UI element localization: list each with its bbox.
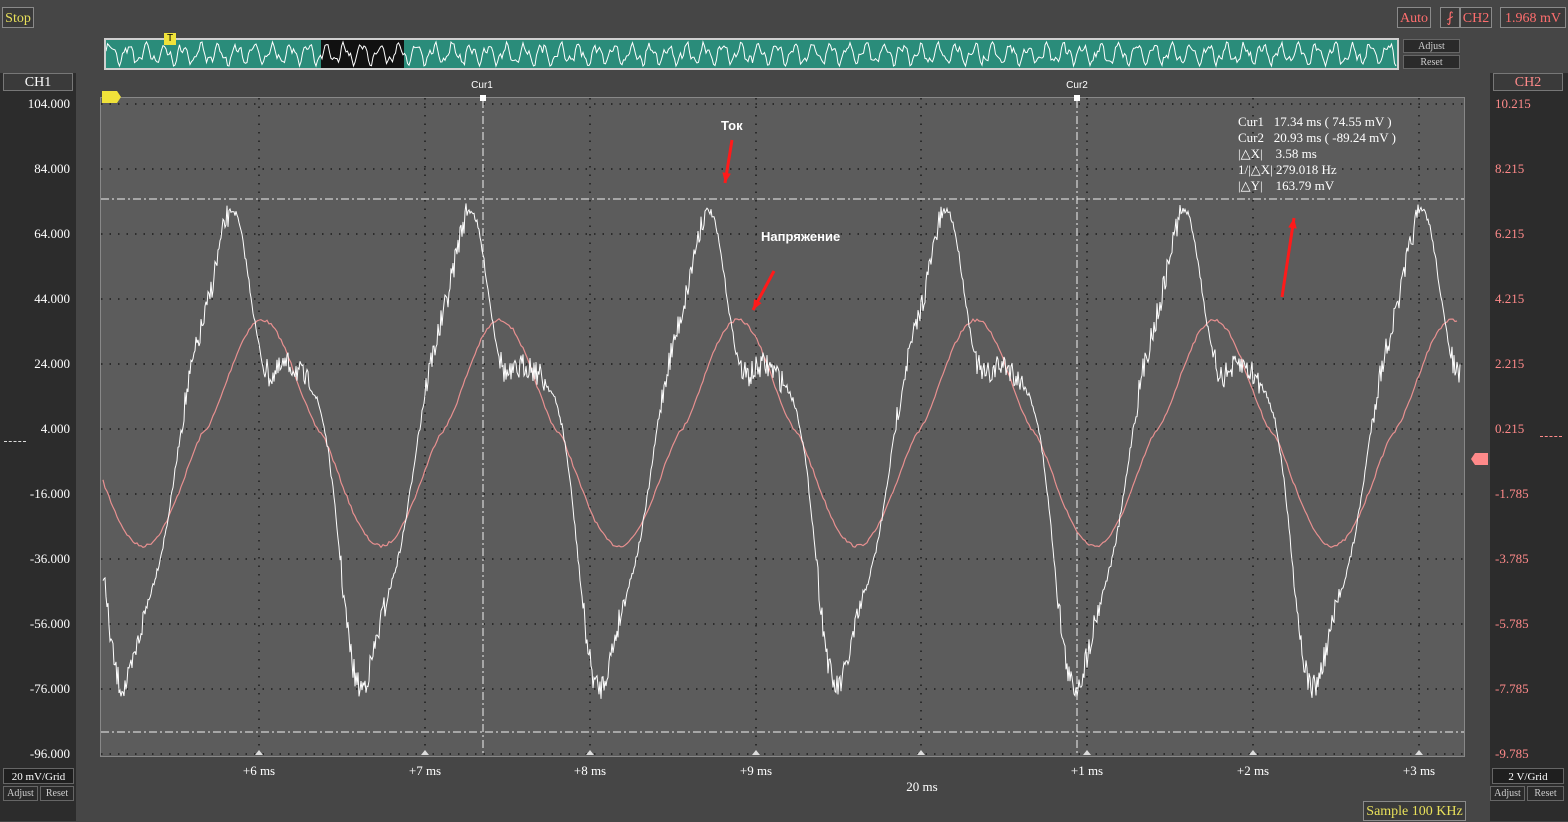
- annotation-current: Ток: [721, 118, 743, 133]
- cursor2-label[interactable]: Cur2: [1062, 80, 1092, 91]
- ch1-level-marker[interactable]: [102, 91, 121, 103]
- time-tick-mark: [1083, 750, 1091, 755]
- time-tick-mark: [421, 750, 429, 755]
- ch2-voltage-trace: [102, 317, 1458, 549]
- time-tick-label: +9 ms: [739, 763, 773, 778]
- readout-cur1: Cur1 17.34 ms ( 74.55 mV ): [1238, 114, 1392, 129]
- time-tick-mark: [752, 750, 760, 755]
- readout-frequency: 1/|△X| 279.018 Hz: [1238, 162, 1337, 177]
- time-tick-label: +6 ms: [242, 763, 276, 778]
- cursor1-label[interactable]: Cur1: [467, 80, 497, 91]
- time-tick-mark: [255, 750, 263, 755]
- time-tick-mark: [917, 750, 925, 755]
- cursor-readout: Cur1 17.34 ms ( 74.55 mV ) Cur2 20.93 ms…: [1238, 114, 1396, 194]
- time-tick-label: +7 ms: [408, 763, 442, 778]
- time-tick-label: +3 ms: [1402, 763, 1436, 778]
- time-tick-label: +8 ms: [573, 763, 607, 778]
- sample-rate-display: Sample 100 KHz: [1363, 801, 1466, 821]
- arrow-cursor: [1280, 217, 1296, 298]
- time-scale-label: 20 ms: [906, 779, 938, 794]
- ch2-level-marker[interactable]: [1471, 453, 1488, 465]
- time-tick-label: +1 ms: [1070, 763, 1104, 778]
- readout-delta-y: |△Y| 163.79 mV: [1238, 178, 1335, 193]
- time-tick-label: +2 ms: [1236, 763, 1270, 778]
- readout-cur2: Cur2 20.93 ms ( -89.24 mV ): [1238, 130, 1396, 145]
- time-tick-mark: [1249, 750, 1257, 755]
- time-tick-mark: [586, 750, 594, 755]
- cursor1-handle[interactable]: [480, 95, 486, 101]
- annotation-voltage: Напряжение: [761, 229, 841, 244]
- readout-delta-x: |△X| 3.58 ms: [1238, 146, 1317, 161]
- cursor2-handle[interactable]: [1074, 95, 1080, 101]
- time-tick-mark: [1415, 750, 1423, 755]
